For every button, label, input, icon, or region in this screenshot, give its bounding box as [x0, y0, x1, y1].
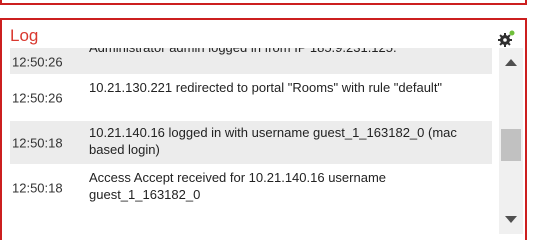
panel-title: Log — [10, 26, 39, 45]
log-entry: 12:50:26 Administrator admin logged in f… — [10, 48, 492, 76]
log-entry: 12:50:18 10.21.140.16 logged in with use… — [10, 121, 492, 166]
log-scrollbar[interactable] — [499, 48, 523, 234]
log-panel: Log 12:50:26 Administrator admin logged … — [0, 18, 527, 240]
log-message: 10.21.140.16 logged in with username gue… — [89, 125, 457, 157]
scroll-up-arrow-icon[interactable] — [499, 51, 523, 75]
log-time: 12:50:18 — [12, 180, 63, 195]
log-entry: 12:50:18 Access Accept received for 10.2… — [10, 166, 492, 211]
log-message: 10.21.130.221 redirected to portal "Room… — [89, 80, 443, 95]
log-time: 12:50:26 — [12, 54, 63, 70]
scrollbar-thumb[interactable] — [501, 129, 521, 161]
log-message: Access Accept received for 10.21.140.16 … — [89, 170, 387, 202]
log-entry: 12:50:26 10.21.130.221 redirected to por… — [10, 76, 492, 121]
scroll-down-arrow-icon[interactable] — [499, 207, 523, 231]
log-time: 12:50:26 — [12, 90, 63, 105]
gear-icon[interactable] — [497, 30, 515, 48]
log-message: Administrator admin logged in from IP 18… — [89, 48, 486, 56]
log-time: 12:50:18 — [12, 135, 63, 150]
previous-panel-frame — [0, 0, 527, 5]
log-list: 12:50:26 Administrator admin logged in f… — [10, 48, 492, 234]
